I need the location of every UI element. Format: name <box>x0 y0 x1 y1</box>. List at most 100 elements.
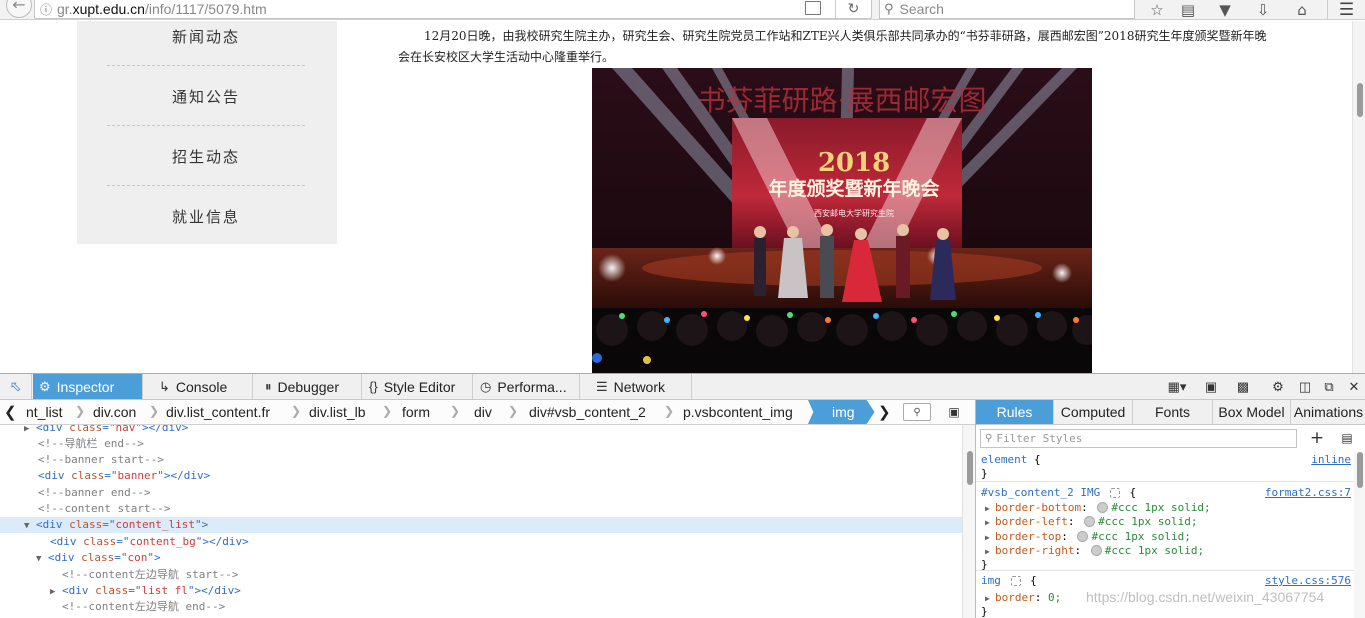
console-icon: ↳ <box>159 378 170 394</box>
tab-animations[interactable]: Animations <box>1291 400 1365 424</box>
library-icon[interactable]: ▤ <box>1176 0 1200 19</box>
markup-line[interactable]: <div class="content_bg"></div> <box>0 534 962 550</box>
collapse-triangle-icon[interactable]: ▼ <box>24 518 36 534</box>
bookmark-star-icon[interactable]: ☆ <box>1145 0 1169 19</box>
tab-debugger[interactable]: ⏸ Debugger <box>259 374 362 399</box>
css-property[interactable]: ▶ border-left: #ccc 1px solid; <box>981 514 1353 529</box>
breadcrumb-item[interactable]: div <box>474 400 492 424</box>
markup-comment[interactable]: <!--content左边导航 end--> <box>0 599 962 615</box>
breadcrumb-item[interactable]: p.vsbcontent_img <box>683 400 793 424</box>
breadcrumb-scroll-left-icon[interactable]: ❮ <box>4 403 17 421</box>
tab-performance[interactable]: ◷ Performa... <box>474 374 580 399</box>
css-property[interactable]: ▶ border-right: #ccc 1px solid; <box>981 543 1353 558</box>
breadcrumb-separator-icon: ❯ <box>508 404 519 418</box>
markup-comment[interactable]: <!--导航栏 end--> <box>0 436 962 452</box>
breadcrumb-item-selected[interactable]: img <box>808 400 875 424</box>
markup-line-selected[interactable]: ▼ <div class="content_list"> <box>0 517 962 534</box>
markup-line[interactable]: ▼ <div class="con"> <box>0 550 962 566</box>
collapse-triangle-icon[interactable]: ▼ <box>36 551 48 567</box>
markup-line[interactable]: <div class="banner"></div> <box>0 468 962 484</box>
devtools-tab-bar: ⬁ ⚙ Inspector ↳ Console ⏸ Debugger {} Style … <box>0 374 1365 400</box>
toggle-pseudo-classes-icon[interactable]: ▤ <box>1337 429 1357 447</box>
breadcrumb-separator-icon: ❯ <box>291 404 302 418</box>
color-swatch[interactable] <box>1090 545 1102 556</box>
expand-triangle-icon[interactable]: ▶ <box>981 515 995 530</box>
reload-icon[interactable]: ↻ <box>835 0 871 18</box>
site-info-icon[interactable]: ⓘ <box>35 1 57 18</box>
tab-style-editor[interactable]: {} Style Editor <box>363 374 473 399</box>
sidebar-item-employment[interactable]: 就业信息 <box>107 206 305 266</box>
rules-scrollbar-thumb[interactable] <box>1357 452 1363 488</box>
breadcrumb-item[interactable]: div.list_content.fr <box>166 400 270 424</box>
rule-highlight-icon[interactable] <box>1010 576 1021 586</box>
responsive-design-icon[interactable]: ▩ <box>1232 374 1254 399</box>
close-devtools-icon[interactable]: ✕ <box>1343 374 1365 399</box>
element-picker-icon[interactable]: ⬁ <box>0 374 32 399</box>
pocket-icon[interactable]: ▼ <box>1213 0 1237 19</box>
undock-icon[interactable]: ⧉ <box>1318 374 1340 399</box>
tab-fonts[interactable]: Fonts <box>1133 400 1213 424</box>
color-swatch[interactable] <box>1097 502 1109 513</box>
tab-network[interactable]: ☰ Network <box>590 374 692 399</box>
markup-line[interactable]: ▶ <div class="nav"></div> <box>0 425 962 436</box>
rule-source-link[interactable]: inline <box>1311 452 1351 467</box>
sidebar-item-news[interactable]: 新闻动态 <box>107 26 305 86</box>
breadcrumb-item[interactable]: div.con <box>93 400 136 424</box>
breadcrumb-scroll-right-icon[interactable]: ❯ <box>878 403 891 421</box>
markup-comment[interactable]: <!--banner start--> <box>0 452 962 468</box>
url-bar[interactable]: ⓘ gr.xupt.edu.cn/info/1117/5079.htm ↻ <box>34 0 872 19</box>
color-swatch[interactable] <box>1077 531 1089 542</box>
markup-line[interactable]: ▶ <div class="list fl"></div> <box>0 583 962 599</box>
reader-view-icon[interactable] <box>805 1 821 15</box>
css-property[interactable]: ▶ border-top: #ccc 1px solid; <box>981 529 1353 544</box>
page-scrollbar-thumb[interactable] <box>1357 83 1363 117</box>
rules-panel: Rules Computed Fonts Box Model Animation… <box>975 400 1365 618</box>
downloads-icon[interactable]: ⇩ <box>1251 0 1275 19</box>
breadcrumb-item[interactable]: div#vsb_content_2 <box>529 400 646 424</box>
add-node-icon[interactable]: ▣ <box>944 403 964 421</box>
add-rule-icon[interactable]: + <box>1309 428 1325 448</box>
color-swatch[interactable] <box>1084 516 1096 527</box>
rule-header[interactable]: img { style.css:576 <box>981 573 1353 588</box>
rule-close: } <box>981 605 988 618</box>
search-html-icon[interactable]: ⚲ <box>903 403 931 421</box>
layout-icon[interactable]: ▦▾ <box>1163 374 1191 399</box>
settings-gear-icon[interactable]: ⚙ <box>1267 374 1289 399</box>
sidebar-item-admissions[interactable]: 招生动态 <box>107 146 305 206</box>
network-icon: ☰ <box>596 378 608 394</box>
page-scrollbar[interactable] <box>1352 21 1365 373</box>
hamburger-menu-icon[interactable]: ☰ <box>1327 0 1365 20</box>
tab-console[interactable]: ↳ Console <box>153 374 253 399</box>
tab-inspector[interactable]: ⚙ Inspector <box>33 374 143 399</box>
markup-comment[interactable]: <!--content左边导航 start--> <box>0 567 962 583</box>
split-console-icon[interactable]: ▣ <box>1200 374 1222 399</box>
rule-source-link[interactable]: style.css:576 <box>1265 573 1351 588</box>
dock-side-icon[interactable]: ◫ <box>1294 374 1316 399</box>
watermark-text: https://blog.csdn.net/weixin_43067754 <box>1086 589 1325 605</box>
tab-rules[interactable]: Rules <box>976 400 1054 424</box>
breadcrumb-item[interactable]: nt_list <box>26 400 63 424</box>
markup-view: ▶ <div class="nav"></div> <!--导航栏 end--> … <box>0 425 962 618</box>
css-property[interactable]: ▶ border-bottom: #ccc 1px solid; <box>981 500 1353 515</box>
markup-scrollbar[interactable] <box>962 425 975 618</box>
tab-box-model[interactable]: Box Model <box>1213 400 1291 424</box>
rule-header[interactable]: #vsb_content_2 IMG { format2.css:7 <box>981 485 1353 500</box>
home-icon[interactable]: ⌂ <box>1290 0 1314 19</box>
rules-scrollbar[interactable] <box>1354 452 1365 618</box>
tab-computed[interactable]: Computed <box>1054 400 1133 424</box>
breadcrumb-item[interactable]: div.list_lb <box>309 400 366 424</box>
rule-highlight-icon[interactable] <box>1109 488 1120 498</box>
markup-comment[interactable]: <!--banner end--> <box>0 485 962 501</box>
expand-triangle-icon[interactable]: ▶ <box>50 584 62 600</box>
devtools-panel: ⬁ ⚙ Inspector ↳ Console ⏸ Debugger {} Style … <box>0 373 1365 618</box>
rule-header[interactable]: element { inline <box>981 452 1353 467</box>
filter-styles-input[interactable]: ⚲ Filter Styles <box>980 429 1297 448</box>
search-bar[interactable]: ⚲ Search <box>879 0 1135 19</box>
sidebar-item-notices[interactable]: 通知公告 <box>107 86 305 146</box>
markup-comment[interactable]: <!--content start--> <box>0 501 962 517</box>
markup-scrollbar-thumb[interactable] <box>967 451 973 485</box>
back-button[interactable]: ← <box>4 0 34 19</box>
rule-source-link[interactable]: format2.css:7 <box>1265 485 1351 500</box>
performance-icon: ◷ <box>480 378 492 394</box>
breadcrumb-item[interactable]: form <box>402 400 430 424</box>
